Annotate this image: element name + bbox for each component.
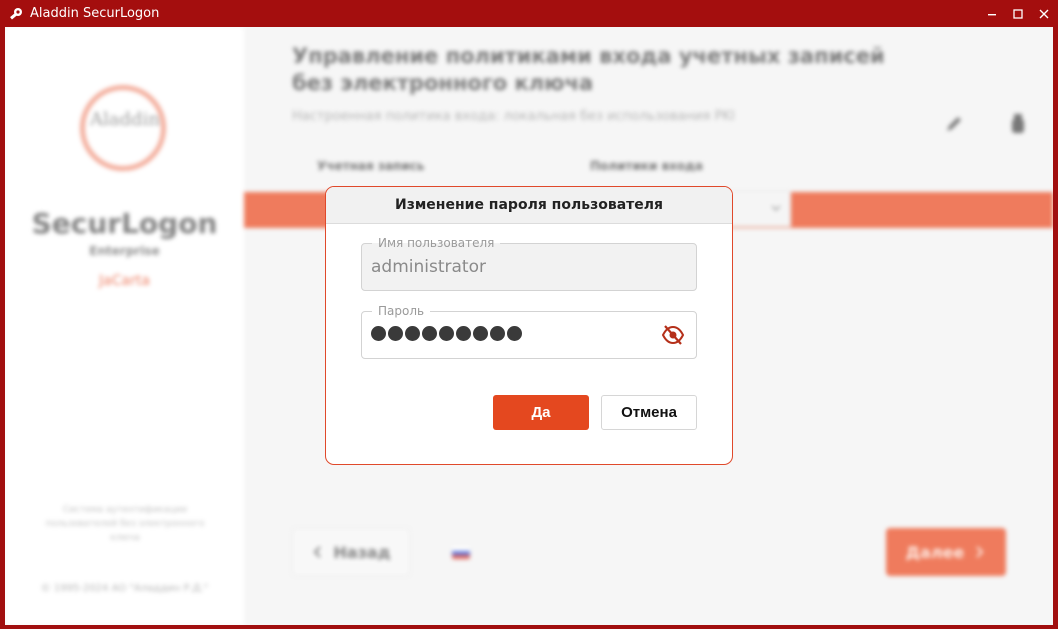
password-dot [456, 326, 471, 341]
window-title: Aladdin SecurLogon [30, 6, 160, 21]
dialog-title: Изменение пароля пользователя [326, 187, 732, 224]
password-field[interactable]: Пароль [361, 304, 697, 359]
app-key-icon [8, 6, 24, 22]
password-label: Пароль [372, 304, 431, 318]
password-dot [422, 326, 437, 341]
password-dot [439, 326, 454, 341]
password-masked-value [371, 326, 522, 341]
window-client-area: Aladdin SecurLogon Enterprise JaCarta Си… [5, 27, 1053, 625]
maximize-icon[interactable] [1006, 0, 1030, 27]
cancel-button[interactable]: Отмена [601, 395, 697, 430]
title-bar[interactable]: Aladdin SecurLogon [0, 0, 1058, 27]
password-dot [507, 326, 522, 341]
password-dot [490, 326, 505, 341]
username-value: administrator [371, 257, 486, 277]
ok-button[interactable]: Да [493, 395, 589, 430]
minimize-icon[interactable] [980, 0, 1004, 27]
app-window: Aladdin SecurLogon Aladdin SecurLogon En… [0, 0, 1058, 629]
username-field[interactable]: Имя пользователя administrator [361, 236, 697, 291]
password-dot [473, 326, 488, 341]
eye-off-icon[interactable] [660, 323, 686, 347]
password-dot [388, 326, 403, 341]
close-icon[interactable] [1032, 0, 1056, 27]
window-controls [980, 0, 1058, 27]
change-password-dialog: Изменение пароля пользователя Имя пользо… [325, 186, 733, 465]
username-label: Имя пользователя [372, 236, 501, 250]
password-dot [371, 326, 386, 341]
password-dot [405, 326, 420, 341]
